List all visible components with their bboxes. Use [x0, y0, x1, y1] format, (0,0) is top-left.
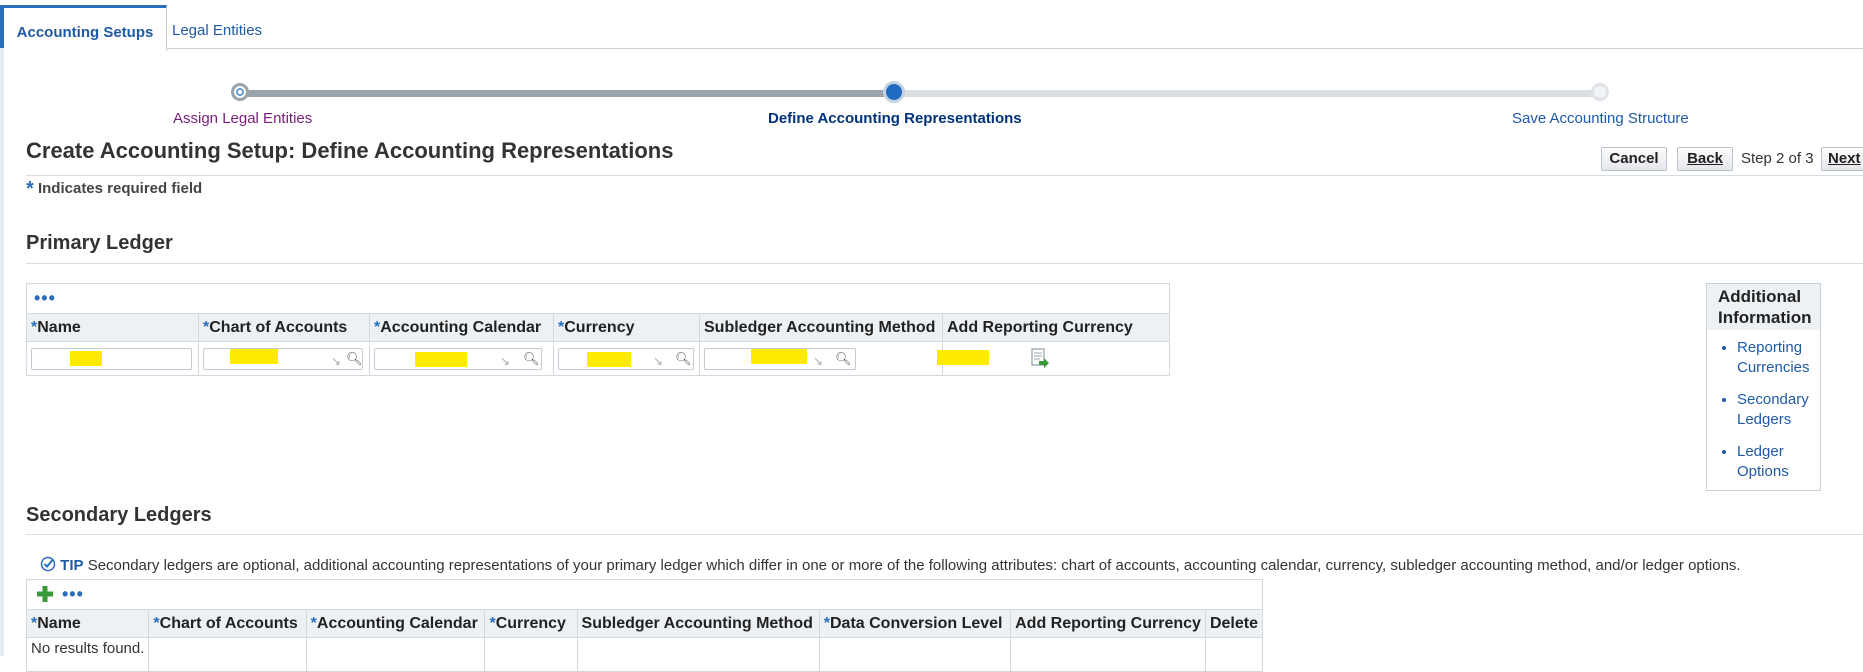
- empty-cell: [305, 637, 486, 672]
- primary-ledger-more-actions-icon[interactable]: •••: [34, 288, 56, 309]
- link-reporting-currencies[interactable]: Reporting Currencies: [1737, 338, 1820, 378]
- train-node-define-accounting-representations: [883, 81, 905, 103]
- resize-arrow-icon: ↘: [653, 353, 664, 368]
- magnifier-icon[interactable]: 🔍︎: [675, 351, 692, 367]
- tip-message: TIP Secondary ledgers are optional, addi…: [40, 556, 1741, 574]
- column-header-accounting-calendar: *Accounting Calendar: [305, 609, 486, 638]
- magnifier-icon[interactable]: 🔍︎: [346, 351, 363, 367]
- train-step-save-accounting-structure: Save Accounting Structure: [1512, 110, 1689, 127]
- secondary-ledgers-table: *Name *Chart of Accounts *Accounting Cal…: [25, 609, 1264, 672]
- tip-check-icon: [40, 556, 56, 572]
- column-header-subledger-accounting-method: Subledger Accounting Method: [699, 313, 943, 342]
- redacted-value: [751, 348, 807, 364]
- accounting-calendar-cell: ↘ 🔍︎: [369, 341, 554, 376]
- column-header-add-reporting-currency: Add Reporting Currency: [942, 313, 1170, 342]
- table-header-row: *Name *Chart of Accounts *Accounting Cal…: [26, 313, 1170, 342]
- secondary-ledgers-toolbar: [26, 579, 1263, 610]
- empty-cell: [148, 637, 307, 672]
- train-track-completed: [243, 90, 893, 97]
- column-header-name: *Name: [25, 609, 150, 638]
- train-step-assign-legal-entities[interactable]: Assign Legal Entities: [173, 110, 312, 127]
- resize-arrow-icon: ↘: [500, 353, 511, 368]
- column-header-currency: *Currency: [484, 609, 578, 638]
- train-node-assign-legal-entities[interactable]: [231, 83, 249, 101]
- redacted-value: [937, 350, 989, 365]
- column-header-subledger-accounting-method: Subledger Accounting Method: [576, 609, 820, 638]
- required-asterisk: *: [26, 178, 34, 200]
- cancel-button[interactable]: Cancel: [1601, 147, 1667, 171]
- table-row: ↘ 🔍︎ ↘ 🔍︎ ↘ 🔍︎ ↘ 🔍︎: [26, 341, 1170, 376]
- empty-cell: [1010, 637, 1206, 672]
- name-input[interactable]: [31, 347, 192, 370]
- redacted-value: [415, 351, 467, 367]
- chart-of-accounts-cell: ↘ 🔍︎: [198, 341, 370, 376]
- add-reporting-currency-icon[interactable]: [1031, 348, 1049, 368]
- column-header-chart-of-accounts: *Chart of Accounts: [148, 609, 307, 638]
- required-note-text: Indicates required field: [37, 180, 203, 197]
- title-divider: [26, 175, 1863, 176]
- train-step-define-accounting-representations: Define Accounting Representations: [768, 110, 1022, 127]
- empty-cell: [576, 637, 820, 672]
- subledger-accounting-method-input[interactable]: ↘ 🔍︎: [704, 347, 856, 370]
- tab-accounting-setups[interactable]: Accounting Setups: [0, 5, 167, 51]
- currency-input[interactable]: ↘ 🔍︎: [558, 347, 694, 370]
- required-field-note: * Indicates required field: [26, 178, 202, 201]
- column-header-chart-of-accounts: *Chart of Accounts: [198, 313, 370, 342]
- redacted-value: [587, 351, 631, 367]
- magnifier-icon[interactable]: 🔍︎: [523, 351, 540, 367]
- primary-ledger-heading: Primary Ledger: [26, 232, 173, 254]
- empty-cell: [1204, 637, 1264, 672]
- column-header-accounting-calendar: *Accounting Calendar: [369, 313, 554, 342]
- empty-cell: [484, 637, 578, 672]
- subledger-accounting-method-cell: ↘ 🔍︎: [699, 341, 943, 376]
- column-header-delete: Delete: [1204, 609, 1264, 638]
- train-node-save-accounting-structure: [1591, 83, 1609, 101]
- table-header-row: *Name *Chart of Accounts *Accounting Cal…: [25, 609, 1264, 638]
- additional-information-title: Additional Information: [1707, 284, 1820, 330]
- link-ledger-options[interactable]: Ledger Options: [1737, 442, 1820, 482]
- tip-text: Secondary ledgers are optional, addition…: [87, 557, 1741, 574]
- resize-arrow-icon: ↘: [813, 353, 824, 368]
- magnifier-icon[interactable]: 🔍︎: [835, 351, 852, 367]
- secondary-ledgers-divider: [26, 534, 1863, 535]
- tip-label: TIP: [60, 557, 84, 574]
- table-row: No results found.: [25, 637, 1264, 672]
- name-cell: [26, 341, 199, 376]
- empty-message: No results found.: [25, 637, 150, 672]
- add-reporting-currency-cell: [937, 341, 1170, 376]
- empty-cell: [818, 637, 1012, 672]
- add-icon[interactable]: [36, 585, 54, 603]
- resize-arrow-icon: ↘: [331, 353, 342, 368]
- column-header-data-conversion-level: *Data Conversion Level: [818, 609, 1012, 638]
- tab-bar: Accounting Setups Legal Entities: [0, 0, 1863, 51]
- left-edge-rule: [0, 48, 4, 656]
- tab-legal-entities[interactable]: Legal Entities: [172, 6, 262, 48]
- secondary-ledgers-heading: Secondary Ledgers: [26, 504, 212, 526]
- back-button[interactable]: Back: [1677, 147, 1733, 171]
- accounting-calendar-input[interactable]: ↘ 🔍︎: [374, 347, 542, 370]
- additional-information-links: Reporting Currencies Secondary Ledgers L…: [1707, 338, 1820, 482]
- column-header-add-reporting-currency: Add Reporting Currency: [1010, 609, 1206, 638]
- additional-information-box: Additional Information Reporting Currenc…: [1706, 283, 1821, 491]
- column-header-name: *Name: [26, 313, 199, 342]
- link-secondary-ledgers[interactable]: Secondary Ledgers: [1737, 390, 1820, 430]
- chart-of-accounts-input[interactable]: ↘ 🔍︎: [203, 347, 363, 370]
- primary-ledger-divider: [26, 263, 1863, 264]
- primary-ledger-table: *Name *Chart of Accounts *Accounting Cal…: [26, 313, 1170, 376]
- train-track-remaining: [893, 90, 1600, 97]
- next-button[interactable]: Next: [1821, 147, 1863, 171]
- primary-ledger-toolbar: [26, 283, 1170, 314]
- secondary-ledgers-more-actions-icon[interactable]: •••: [62, 584, 84, 605]
- redacted-value: [230, 348, 278, 364]
- column-header-currency: *Currency: [553, 313, 700, 342]
- currency-cell: ↘ 🔍︎: [553, 341, 700, 376]
- redacted-value: [70, 350, 102, 366]
- page-title: Create Accounting Setup: Define Accounti…: [26, 138, 674, 163]
- step-indicator: Step 2 of 3: [1741, 150, 1814, 167]
